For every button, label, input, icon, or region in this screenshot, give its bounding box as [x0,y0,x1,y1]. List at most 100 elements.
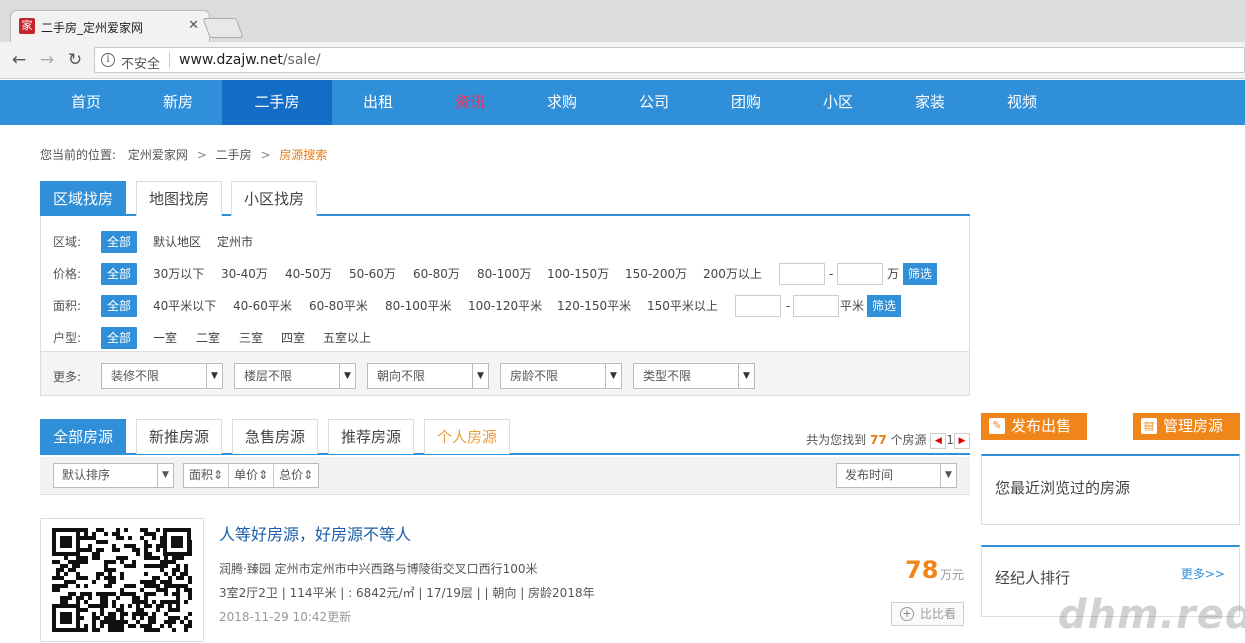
publish-sale-button[interactable]: ✎ 发布出售 [981,413,1087,440]
nav-item[interactable]: 团购 [700,80,792,125]
tab-new-listings[interactable]: 新推房源 [136,419,223,454]
manage-listings-button[interactable]: ▤ 管理房源 [1133,413,1240,440]
nav-item[interactable]: 首页 [40,80,132,125]
orientation-select[interactable]: 朝向不限 ▼ [367,363,489,389]
filter-option[interactable]: 一室 [153,327,177,349]
price-min-input[interactable] [779,263,825,285]
breadcrumb-secondhand[interactable]: 二手房 [216,148,252,162]
default-sort-select[interactable]: 默认排序 ▼ [53,463,174,488]
agent-ranking-more-link[interactable]: 更多>> [1181,565,1225,582]
filter-label: 户型: [53,331,82,345]
listing-tabs: 全部房源 新推房源 急售房源 推荐房源 个人房源 共为您找到 77 个房源 ◀ 1… [40,419,970,455]
nav-item[interactable]: 出租 [332,80,424,125]
filter-label: 区域: [53,235,82,249]
sort-unit-price-button[interactable]: 单价⇕ [229,464,275,487]
forward-arrow-icon[interactable]: → [37,50,57,70]
filter-option[interactable]: 40平米以下 [153,295,216,317]
filter-option[interactable]: 二室 [196,327,220,349]
filter-label: 更多: [53,370,82,384]
filter-option[interactable]: 120-150平米 [557,295,631,317]
watermark: dhm.red [1058,592,1245,638]
age-select[interactable]: 房龄不限 ▼ [500,363,622,389]
tab-personal-listings[interactable]: 个人房源 [424,419,511,454]
filter-label: 面积: [53,299,82,313]
filter-all-button[interactable]: 全部 [101,327,138,349]
filter-all-button[interactable]: 全部 [101,231,138,253]
tab-recommended-listings[interactable]: 推荐房源 [328,419,415,454]
breadcrumb-separator: > [260,148,271,162]
filter-option[interactable]: 40-50万 [285,263,332,285]
tab-map-search[interactable]: 地图找房 [136,181,223,216]
listing-title[interactable]: 人等好房源，好房源不等人 [219,521,411,545]
prev-page-icon[interactable]: ◀ [930,432,947,449]
filter-option[interactable]: 150-200万 [625,263,687,285]
tab-community-search[interactable]: 小区找房 [231,181,318,216]
nav-item[interactable]: 资讯 [424,80,516,125]
filter-option[interactable]: 100-150万 [547,263,609,285]
filter-option[interactable]: 定州市 [217,231,253,253]
tab-urgent-listings[interactable]: 急售房源 [232,419,319,454]
filter-option[interactable]: 三室 [239,327,263,349]
filter-all-button[interactable]: 全部 [101,263,138,285]
breadcrumb-separator: > [196,148,207,162]
nav-item[interactable]: 二手房 [222,80,332,125]
listing-specs: 3室2厅2卫 | 114平米 | : 6842元/㎡ | 17/19层 | | … [219,586,595,600]
filter-option[interactable]: 100-120平米 [468,295,542,317]
filter-all-button[interactable]: 全部 [101,295,138,317]
result-count: 共为您找到 77 个房源 ◀ 1 ▶ [806,431,970,449]
price-filter-button[interactable]: 筛选 [903,263,938,285]
url-text[interactable]: www.dzajw.net/sale/ [179,52,321,68]
nav-item[interactable]: 家装 [884,80,976,125]
nav-item[interactable]: 小区 [792,80,884,125]
breadcrumb: 您当前的位置: 定州爱家网 > 二手房 > 房源搜索 [40,146,327,163]
breadcrumb-current: 房源搜索 [279,148,328,162]
filter-option[interactable]: 30-40万 [221,263,268,285]
publish-time-select[interactable]: 发布时间 ▼ [836,463,957,488]
nav-item[interactable]: 求购 [516,80,608,125]
reload-icon[interactable]: ↻ [65,50,85,70]
filter-label: 价格: [53,267,82,281]
sort-total-price-button[interactable]: 总价⇕ [274,464,318,487]
breadcrumb-home[interactable]: 定州爱家网 [128,148,188,162]
tab-area-search[interactable]: 区域找房 [40,181,127,216]
nav-item[interactable]: 视频 [976,80,1068,125]
filter-option[interactable]: 40-60平米 [233,295,292,317]
type-select[interactable]: 类型不限 ▼ [633,363,755,389]
search-mode-tabs: 区域找房 地图找房 小区找房 [40,181,970,216]
compare-button[interactable]: + 比比看 [891,602,964,626]
nav-item[interactable]: 公司 [608,80,700,125]
browser-tab[interactable]: 家 二手房_定州爱家网 ✕ [10,10,210,42]
security-label[interactable]: 不安全 [121,53,160,72]
new-tab-button[interactable] [202,18,244,38]
qr-code-image [52,528,192,632]
area-max-input[interactable] [793,295,839,317]
filter-option[interactable]: 30万以下 [153,263,204,285]
filter-option[interactable]: 80-100平米 [385,295,452,317]
sort-area-button[interactable]: 面积⇕ [184,464,230,487]
filter-row-price: 价格: 全部 30万以下 30-40万 40-50万 50-60万 60-80万… [53,263,953,285]
filter-option[interactable]: 200万以上 [703,263,762,285]
filter-option[interactable]: 60-80平米 [309,295,368,317]
listing-price-unit: 万元 [940,568,965,582]
filter-option[interactable]: 四室 [281,327,305,349]
filter-option[interactable]: 80-100万 [477,263,532,285]
filter-option[interactable]: 五室以上 [323,327,371,349]
filter-option[interactable]: 150平米以上 [647,295,718,317]
tab-all-listings[interactable]: 全部房源 [40,419,127,454]
next-page-icon[interactable]: ▶ [954,432,970,449]
price-max-input[interactable] [837,263,883,285]
close-tab-icon[interactable]: ✕ [188,18,199,33]
listing-qr-code[interactable] [40,518,204,642]
area-filter-button[interactable]: 筛选 [867,295,902,317]
briefcase-icon: ▤ [1141,418,1157,434]
back-arrow-icon[interactable]: ← [9,50,29,70]
filter-option[interactable]: 50-60万 [349,263,396,285]
info-icon[interactable]: i [101,53,115,67]
address-bar[interactable]: i 不安全 www.dzajw.net/sale/ [94,47,1245,73]
area-min-input[interactable] [735,295,781,317]
filter-option[interactable]: 默认地区 [153,231,201,253]
floor-select[interactable]: 楼层不限 ▼ [234,363,356,389]
filter-option[interactable]: 60-80万 [413,263,460,285]
decoration-select[interactable]: 装修不限 ▼ [101,363,223,389]
nav-item[interactable]: 新房 [132,80,224,125]
